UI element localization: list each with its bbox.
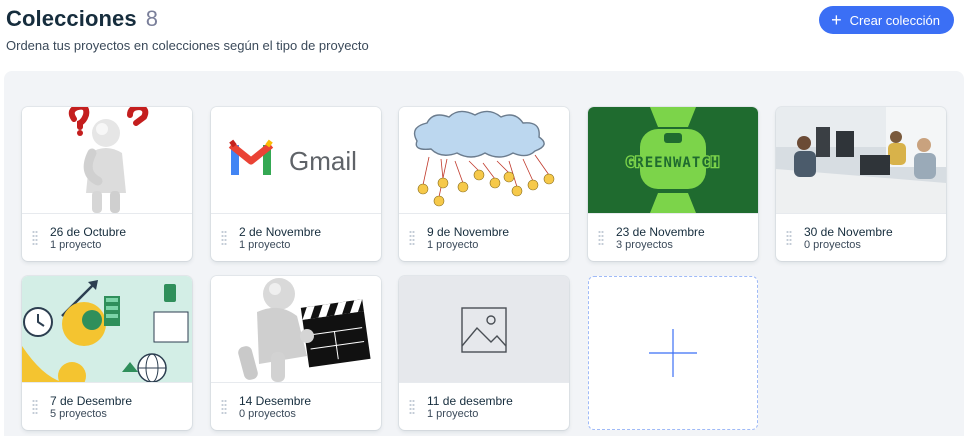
collection-thumbnail bbox=[399, 107, 569, 213]
gmail-logo-icon: Gmail bbox=[211, 107, 381, 213]
collections-panel: 26 de Octubre 1 proyecto Gmail 2 de Nove… bbox=[4, 71, 964, 436]
collection-project-count: 3 proyectos bbox=[616, 239, 673, 251]
plus-icon bbox=[649, 329, 697, 377]
collection-count: 8 bbox=[145, 6, 158, 31]
collection-card[interactable]: GREENWATCH 23 de Novembre 3 proyectos bbox=[588, 107, 758, 261]
collection-meta: 26 de Octubre 1 proyecto bbox=[22, 213, 192, 261]
collection-meta: 23 de Novembre 3 proyectos bbox=[588, 213, 758, 261]
drag-handle-icon[interactable] bbox=[221, 230, 227, 246]
collection-card[interactable]: Gmail 2 de Novembre 1 proyecto bbox=[211, 107, 381, 261]
collection-card[interactable]: 14 Desembre 0 proyectos bbox=[211, 276, 381, 430]
collection-name: 23 de Novembre bbox=[616, 225, 705, 239]
office-photo-icon bbox=[776, 107, 946, 213]
collection-name: 26 de Octubre bbox=[50, 225, 127, 239]
drag-handle-icon[interactable] bbox=[598, 230, 604, 246]
collection-project-count: 1 proyecto bbox=[427, 408, 479, 420]
drag-handle-icon[interactable] bbox=[409, 230, 415, 246]
collection-name: 14 Desembre bbox=[239, 394, 312, 408]
collection-name: 7 de Desembre bbox=[50, 394, 133, 408]
collection-thumbnail bbox=[22, 276, 192, 382]
image-placeholder-icon bbox=[399, 276, 569, 382]
collection-meta: 14 Desembre 0 proyectos bbox=[211, 382, 381, 430]
collection-card[interactable]: 7 de Desembre 5 proyectos bbox=[22, 276, 192, 430]
figure-clapperboard-icon bbox=[211, 276, 381, 382]
collection-card[interactable]: 11 de desembre 1 proyecto bbox=[399, 276, 569, 430]
collection-thumbnail bbox=[399, 276, 569, 382]
collection-thumbnail: Gmail bbox=[211, 107, 381, 213]
add-collection-card[interactable] bbox=[588, 276, 758, 430]
collection-project-count: 1 proyecto bbox=[427, 239, 479, 251]
collection-card[interactable]: 9 de Novembre 1 proyecto bbox=[399, 107, 569, 261]
cloud-lightbulbs-icon bbox=[399, 107, 569, 213]
collection-name: 30 de Novembre bbox=[804, 225, 893, 239]
drag-handle-icon[interactable] bbox=[409, 399, 415, 415]
greenwatch-logo-icon: GREENWATCH bbox=[588, 107, 758, 213]
collection-meta: 9 de Novembre 1 proyecto bbox=[399, 213, 569, 261]
collection-project-count: 0 proyectos bbox=[804, 239, 861, 251]
collection-card[interactable]: 30 de Novembre 0 proyectos bbox=[776, 107, 946, 261]
collection-thumbnail: GREENWATCH bbox=[588, 107, 758, 213]
page-header: Colecciones 8 Ordena tus proyectos en co… bbox=[6, 6, 970, 62]
drag-handle-icon[interactable] bbox=[32, 399, 38, 415]
figure-thinking-icon bbox=[22, 107, 192, 213]
gmail-wordmark: Gmail bbox=[289, 146, 357, 176]
collection-project-count: 5 proyectos bbox=[50, 408, 107, 420]
page-subtitle: Ordena tus proyectos en colecciones segú… bbox=[6, 38, 369, 53]
collection-meta: 7 de Desembre 5 proyectos bbox=[22, 382, 192, 430]
collection-name: 2 de Novembre bbox=[239, 225, 322, 239]
collection-thumbnail bbox=[776, 107, 946, 213]
collection-name: 11 de desembre bbox=[427, 394, 513, 408]
greenwatch-wordmark: GREENWATCH bbox=[626, 155, 720, 171]
collection-meta: 30 de Novembre 0 proyectos bbox=[776, 213, 946, 261]
create-collection-button[interactable]: + Crear colección bbox=[819, 6, 954, 34]
collection-project-count: 1 proyecto bbox=[50, 239, 102, 251]
collection-card[interactable]: 26 de Octubre 1 proyecto bbox=[22, 107, 192, 261]
collection-name: 9 de Novembre bbox=[427, 225, 510, 239]
page-title: Colecciones bbox=[6, 6, 137, 31]
collection-meta: 2 de Novembre 1 proyecto bbox=[211, 213, 381, 261]
collection-thumbnail bbox=[211, 276, 381, 382]
drag-handle-icon[interactable] bbox=[786, 230, 792, 246]
finance-illustration-icon bbox=[22, 276, 192, 382]
plus-icon: + bbox=[831, 10, 842, 30]
collection-meta: 11 de desembre 1 proyecto bbox=[399, 382, 569, 430]
collection-project-count: 1 proyecto bbox=[239, 239, 291, 251]
drag-handle-icon[interactable] bbox=[221, 399, 227, 415]
create-collection-label: Crear colección bbox=[849, 12, 940, 28]
collection-thumbnail bbox=[22, 107, 192, 213]
collection-project-count: 0 proyectos bbox=[239, 408, 296, 420]
drag-handle-icon[interactable] bbox=[32, 230, 38, 246]
